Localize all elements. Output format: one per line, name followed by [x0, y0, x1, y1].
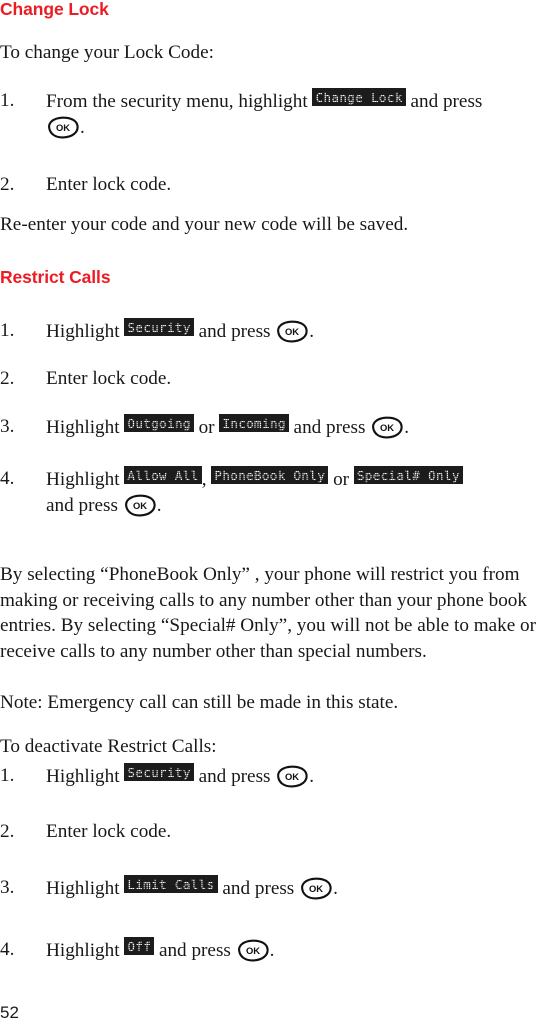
emergency-call-note: Note: Emergency call can still be made i…	[0, 692, 399, 713]
list-item: 4. Highlight Off and press OK .	[0, 937, 546, 964]
step-text-after: and press	[410, 91, 483, 112]
lcd-chip-outgoing: Outgoing	[124, 414, 194, 432]
step-body: Highlight Limit Calls and press OK .	[46, 875, 546, 902]
svg-text:OK: OK	[56, 122, 70, 133]
step-number: 1.	[0, 320, 15, 341]
step-text-before: Enter lock code.	[46, 821, 172, 842]
list-item: 3. Highlight Outgoing or Incoming and pr…	[0, 414, 546, 441]
step-body: From the security menu, highlight Change…	[46, 88, 546, 141]
step-trailing-period: .	[269, 940, 275, 961]
step-body: Enter lock code.	[46, 366, 546, 392]
svg-text:OK: OK	[380, 422, 394, 433]
list-item: 4. Highlight Allow All, PhoneBook Only o…	[0, 466, 546, 519]
list-item: 1. Highlight Security and press OK .	[0, 318, 546, 345]
step-number: 3.	[0, 416, 15, 437]
list-item: 3. Highlight Limit Calls and press OK .	[0, 875, 546, 902]
ok-key-icon: OK	[123, 494, 157, 517]
section-heading-restrict-calls: Restrict Calls	[0, 267, 111, 287]
step-body: Enter lock code.	[46, 172, 546, 198]
list-item: 1. From the security menu, highlight Cha…	[0, 88, 546, 141]
step-text-after: and press	[293, 417, 366, 438]
lcd-chip-off: Off	[124, 937, 155, 955]
step-body: Highlight Off and press OK .	[46, 937, 546, 964]
change-lock-outro: Re-enter your code and your new code wil…	[0, 214, 409, 235]
step-body: Highlight Security and press OK .	[46, 763, 546, 790]
step-text-before: From the security menu, highlight	[46, 91, 308, 112]
step-trailing-period: .	[80, 117, 85, 138]
step-number: 4.	[0, 939, 15, 960]
step-body: Highlight Security and press OK .	[46, 318, 546, 345]
step-number: 1.	[0, 765, 15, 786]
step-number: 4.	[0, 468, 15, 489]
restrict-calls-explanation: By selecting “PhoneBook Only” , your pho…	[0, 564, 537, 662]
step-separator: ,	[201, 469, 207, 490]
step-number: 2.	[0, 174, 15, 195]
step-trailing-period: .	[404, 417, 410, 438]
lcd-chip-change-lock: Change Lock	[312, 88, 406, 106]
step-body: Enter lock code.	[46, 819, 546, 845]
step-number: 1.	[0, 90, 15, 111]
ok-key-icon: OK	[370, 416, 404, 439]
ok-key-icon: OK	[236, 939, 270, 962]
list-item: 2. Enter lock code.	[0, 366, 546, 392]
step-text-after: and press	[46, 495, 118, 516]
lcd-chip-security: Security	[124, 763, 194, 781]
step-body: Highlight Allow All, PhoneBook Only or S…	[46, 466, 546, 519]
lcd-chip-special-only: Special# Only	[353, 466, 463, 484]
step-number: 2.	[0, 368, 15, 389]
step-text-before: Highlight	[46, 321, 120, 342]
ok-key-icon: OK	[299, 877, 333, 900]
lcd-chip-security: Security	[124, 318, 194, 336]
section-heading-change-lock: Change Lock	[0, 0, 109, 19]
step-text-after: and press	[222, 878, 295, 899]
step-text-before: Highlight	[46, 940, 120, 961]
ok-key-icon: OK	[275, 765, 309, 788]
step-conjunction: or	[333, 469, 350, 490]
step-trailing-period: .	[309, 321, 315, 342]
step-trailing-period: .	[333, 878, 338, 899]
step-trailing-period: .	[156, 495, 162, 516]
step-text-before: Enter lock code.	[46, 174, 172, 195]
svg-text:OK: OK	[246, 945, 260, 956]
list-item: 2. Enter lock code.	[0, 819, 546, 845]
lcd-chip-incoming: Incoming	[219, 414, 289, 432]
step-trailing-period: .	[309, 766, 315, 787]
manual-page: Change Lock To change your Lock Code: 1.…	[0, 0, 546, 1031]
step-text-before: Highlight	[46, 766, 120, 787]
ok-key-icon: OK	[46, 116, 80, 139]
step-number: 3.	[0, 877, 15, 898]
step-text-after: and press	[158, 940, 231, 961]
list-item: 1. Highlight Security and press OK .	[0, 763, 546, 790]
step-text-after: and press	[198, 766, 271, 787]
step-text-after: and press	[198, 321, 271, 342]
lcd-chip-phonebook-only: PhoneBook Only	[211, 466, 329, 484]
step-text-before: Enter lock code.	[46, 368, 172, 389]
deactivate-intro: To deactivate Restrict Calls:	[0, 736, 217, 757]
svg-text:OK: OK	[309, 883, 323, 894]
ok-key-icon: OK	[275, 320, 309, 343]
svg-text:OK: OK	[285, 326, 299, 337]
step-conjunction: or	[198, 417, 215, 438]
step-body: Highlight Outgoing or Incoming and press…	[46, 414, 546, 441]
page-number: 52	[0, 1003, 19, 1022]
svg-text:OK: OK	[133, 500, 147, 511]
lcd-chip-limit-calls: Limit Calls	[124, 875, 218, 893]
step-text-before: Highlight	[46, 469, 120, 490]
lcd-chip-allow-all: Allow All	[124, 466, 202, 484]
step-number: 2.	[0, 821, 15, 842]
step-text-before: Highlight	[46, 417, 120, 438]
step-text-before: Highlight	[46, 878, 120, 899]
change-lock-intro: To change your Lock Code:	[0, 42, 214, 63]
svg-text:OK: OK	[285, 771, 299, 782]
list-item: 2. Enter lock code.	[0, 172, 546, 198]
